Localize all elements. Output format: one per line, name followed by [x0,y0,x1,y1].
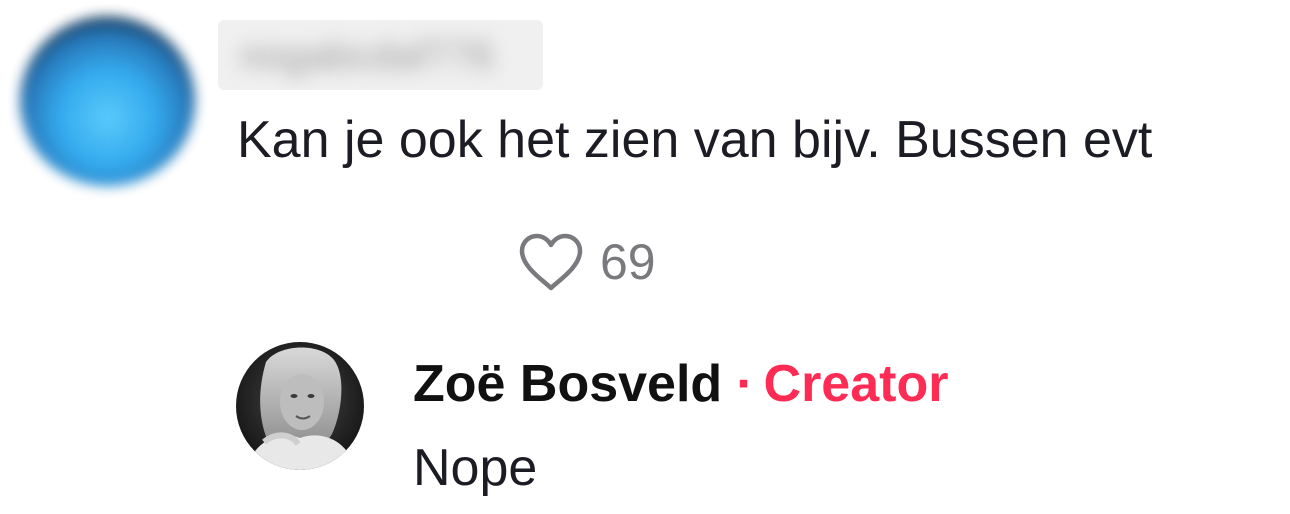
like-count: 69 [600,234,656,290]
reply-text: Nope [413,439,538,497]
comment-text: Kan je ook het zien van bijv. Bussen evt [237,111,1153,169]
reply-separator: · [736,355,754,413]
reply-author-name[interactable]: Zoë Bosveld [413,355,722,413]
reply-header: Zoë Bosveld · Creator [413,350,948,431]
heart-outline-icon[interactable] [518,233,584,291]
creator-badge: Creator [763,355,949,413]
creator-avatar[interactable] [236,342,364,470]
like-button[interactable]: 69 [518,228,656,296]
commenter-avatar[interactable] [20,16,195,186]
commenter-username[interactable]: nogabcdaf776 [218,20,543,90]
commenter-username-text: nogabcdaf776 [240,34,494,78]
